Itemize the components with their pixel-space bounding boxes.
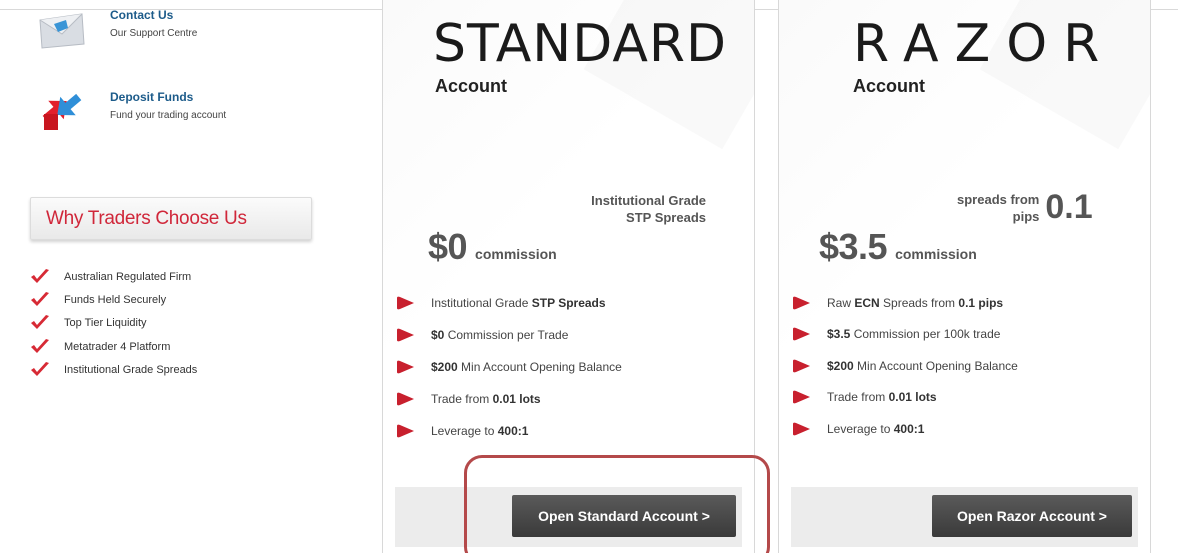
standard-feature-list: Institutional Grade STP Spreads $0 Commi…: [397, 287, 622, 447]
feature-bold: 0.01 lots: [888, 390, 937, 405]
transfer-arrows-icon: [36, 84, 86, 134]
list-item: Australian Regulated Firm: [30, 265, 197, 288]
razor-spread-value: 0.1: [1045, 188, 1093, 226]
deposit-funds-subtitle: Fund your trading account: [110, 110, 227, 121]
bullet-icon: [793, 327, 810, 341]
feature-bold: $3.5: [827, 327, 851, 342]
bullet-icon: [793, 296, 810, 310]
bullet-icon: [397, 392, 414, 406]
feature-text: Leverage to: [431, 424, 498, 438]
feature-text: Institutional Grade: [431, 296, 532, 310]
reason-label: Funds Held Securely: [64, 293, 167, 306]
bullet-icon: [793, 359, 810, 373]
feature-text: Commission per Trade: [444, 328, 569, 342]
feature-bold: 0.1 pips: [958, 295, 1004, 310]
feature-text: Spreads from: [879, 295, 959, 310]
feature-text: Min Account Opening Balance: [457, 360, 622, 374]
razor-brand-title: RAZOR: [853, 14, 1116, 74]
feature-text: Leverage to: [827, 421, 894, 436]
standard-brand-title: STANDARD: [433, 14, 728, 74]
feature-item: Raw ECN Spreads from 0.1 pips: [793, 287, 1018, 319]
check-icon: [31, 315, 49, 330]
reason-label: Top Tier Liquidity: [64, 317, 147, 330]
list-item: Metatrader 4 Platform: [30, 335, 197, 358]
feature-bold: 400:1: [893, 421, 925, 436]
feature-item: $200 Min Account Opening Balance: [793, 350, 1018, 382]
razor-spread-line2: pips: [1012, 209, 1040, 224]
reason-label: Metatrader 4 Platform: [64, 340, 171, 353]
contact-us-subtitle: Our Support Centre: [110, 28, 198, 39]
reason-label: Australian Regulated Firm: [64, 270, 192, 283]
razor-account-label: Account: [853, 76, 925, 96]
bullet-icon: [397, 424, 414, 438]
feature-text: Commission per 100k trade: [850, 327, 1001, 342]
deposit-funds-title[interactable]: Deposit Funds: [110, 90, 226, 104]
razor-feature-list: Raw ECN Spreads from 0.1 pips $3.5 Commi…: [793, 287, 1018, 445]
open-razor-account-button[interactable]: Open Razor Account >: [932, 495, 1132, 537]
standard-grade-line1: Institutional Grade: [591, 193, 706, 208]
bullet-icon: [793, 390, 810, 404]
bullet-icon: [397, 360, 414, 374]
feature-bold: ECN: [854, 295, 880, 310]
standard-account-label: Account: [435, 76, 507, 96]
feature-item: Institutional Grade STP Spreads: [397, 287, 622, 319]
feature-bold: $200: [827, 358, 854, 373]
feature-item: Trade from 0.01 lots: [793, 382, 1018, 414]
feature-bold: $0: [431, 328, 445, 342]
feature-bold: $200: [431, 360, 458, 374]
standard-price: $0 commission: [428, 226, 557, 268]
bullet-icon: [793, 422, 810, 436]
deposit-funds-link[interactable]: Deposit Funds Fund your trading account: [36, 84, 226, 134]
razor-account-card: RAZOR Account spreads from pips 0.1 $3.5…: [778, 0, 1151, 553]
why-traders-heading: Why Traders Choose Us: [46, 208, 247, 229]
feature-item: Leverage to 400:1: [793, 413, 1018, 445]
feature-item: Trade from 0.01 lots: [397, 383, 622, 415]
razor-spread-text: spreads from pips: [957, 191, 1039, 225]
standard-price-amount: $0: [428, 226, 468, 267]
razor-action-bar: Open Razor Account >: [791, 487, 1138, 547]
list-item: Funds Held Securely: [30, 288, 197, 311]
reason-label: Institutional Grade Spreads: [64, 363, 198, 376]
contact-us-link[interactable]: Contact Us Our Support Centre: [36, 6, 197, 56]
bullet-icon: [397, 296, 414, 310]
feature-item: $200 Min Account Opening Balance: [397, 351, 622, 383]
razor-price: $3.5 commission: [819, 226, 977, 268]
envelope-icon: [36, 6, 86, 56]
list-item: Top Tier Liquidity: [30, 312, 197, 335]
check-icon: [31, 338, 49, 353]
bullet-icon: [397, 328, 414, 342]
check-icon: [31, 361, 49, 376]
why-traders-heading-box: Why Traders Choose Us: [30, 197, 312, 240]
standard-account-card: STANDARD Account Institutional Grade STP…: [382, 0, 755, 553]
feature-bold: STP Spreads: [531, 296, 606, 310]
feature-bold: 400:1: [497, 424, 529, 438]
why-traders-list: Australian Regulated Firm Funds Held Sec…: [30, 265, 197, 381]
razor-price-word: commission: [895, 246, 977, 262]
check-icon: [31, 268, 49, 283]
razor-spread-line1: spreads from: [957, 192, 1040, 207]
feature-item: Leverage to 400:1: [397, 415, 622, 447]
feature-text: Trade from: [431, 392, 493, 406]
feature-text: Min Account Opening Balance: [853, 358, 1018, 373]
feature-text: Raw: [827, 295, 855, 310]
standard-grade-line2: STP Spreads: [626, 210, 706, 225]
list-item: Institutional Grade Spreads: [30, 358, 197, 381]
feature-item: $3.5 Commission per 100k trade: [793, 319, 1018, 351]
razor-price-amount: $3.5: [819, 226, 888, 267]
standard-price-word: commission: [475, 246, 557, 262]
standard-grade-text: Institutional Grade STP Spreads: [591, 192, 706, 226]
standard-action-bar: Open Standard Account >: [395, 487, 742, 547]
contact-us-title[interactable]: Contact Us: [110, 8, 197, 22]
feature-item: $0 Commission per Trade: [397, 319, 622, 351]
feature-bold: 0.01 lots: [492, 392, 541, 406]
razor-spread-info: spreads from pips 0.1: [957, 190, 1093, 225]
open-standard-account-button[interactable]: Open Standard Account >: [512, 495, 736, 537]
feature-text: Trade from: [827, 390, 889, 405]
check-icon: [31, 291, 49, 306]
